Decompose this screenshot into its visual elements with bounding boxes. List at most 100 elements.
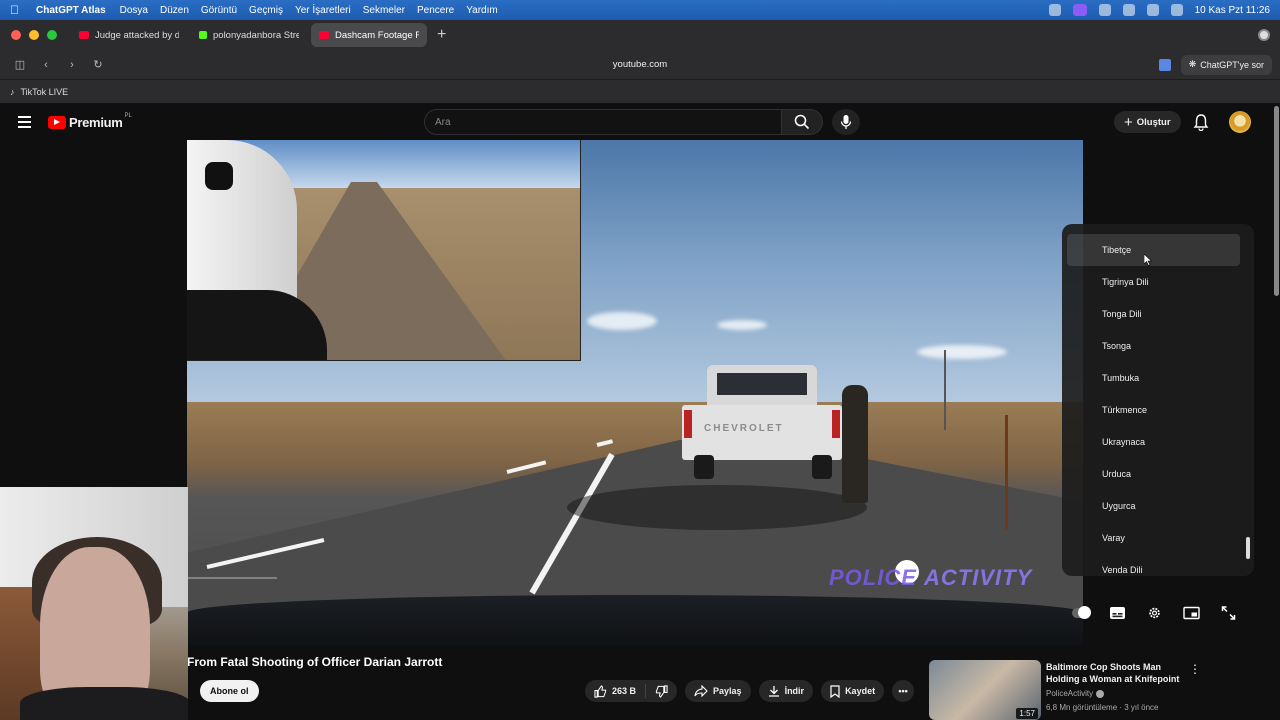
translate-icon[interactable] [1158,58,1171,71]
apple-icon[interactable]:  [10,3,24,17]
menubar-item-edit[interactable]: Düzen [160,5,189,16]
wifi-icon[interactable] [1122,4,1135,16]
search-input[interactable]: Ara [424,109,782,135]
close-window-icon[interactable] [11,30,21,40]
menubar-item-window[interactable]: Pencere [417,5,454,16]
status-play-icon[interactable] [1098,4,1111,16]
microphone-icon [840,115,852,129]
minimize-window-icon[interactable] [29,30,39,40]
macos-menubar:  ChatGPT Atlas Dosya Düzen Görüntü Geçm… [0,0,1280,20]
tab-judge-attacked[interactable]: Judge attacked by de [71,23,187,47]
recommended-video-card[interactable]: 1:57 Baltimore Cop Shoots Man Holding a … [929,660,1201,720]
language-option[interactable]: Tonga Dili [1062,298,1254,330]
recommended-video-title[interactable]: Baltimore Cop Shoots Man Holding a Woman… [1046,661,1186,685]
language-option[interactable]: Türkmence [1062,394,1254,426]
recommended-channel[interactable]: PoliceActivity [1046,689,1105,698]
language-menu-scrollbar[interactable] [1246,537,1250,559]
menubar-item-tabs[interactable]: Sekmeler [363,5,405,16]
menubar-item-help[interactable]: Yardım [466,5,498,16]
language-option[interactable]: Tigrinya Dili [1062,266,1254,298]
miniplayer-icon[interactable] [1183,606,1200,620]
search-button[interactable] [781,109,823,135]
language-option[interactable]: Venda Dili [1062,554,1254,576]
more-horizontal-icon: ••• [898,686,908,696]
more-actions-button[interactable]: ••• [892,680,915,702]
thumbs-down-icon [655,684,668,698]
menubar-app-name[interactable]: ChatGPT Atlas [36,5,106,16]
reload-icon[interactable]: ↻ [92,58,104,71]
video-cloud [587,312,657,330]
recommended-video-thumbnail[interactable]: 1:57 [929,660,1041,720]
menubar-clock[interactable]: 10 Kas Pzt 11:26 [1195,5,1270,16]
subscribe-button[interactable]: Abone ol [200,680,259,702]
tab-label: Dashcam Footage Fr [335,29,419,41]
download-icon [768,686,779,697]
create-label: Oluştur [1136,116,1171,128]
kick-favicon-icon [199,31,207,39]
back-arrow-icon[interactable]: ‹ [40,59,52,71]
browser-profile-icon[interactable] [1258,29,1270,41]
language-option[interactable]: Tibetçe [1067,234,1240,266]
bookmark-icon [830,684,840,698]
language-option[interactable]: Tsonga [1062,330,1254,362]
thumbs-up-icon [594,684,607,698]
language-option[interactable]: Varay [1062,522,1254,554]
control-center-icon[interactable] [1170,4,1183,16]
ask-chatgpt-button[interactable]: ❋ ChatGPT'ye sor [1180,54,1272,75]
autoplay-toggle[interactable] [1072,606,1091,620]
language-option[interactable]: Uygurca [1062,490,1254,522]
download-button[interactable]: İndir [758,680,814,702]
fullscreen-icon[interactable] [1220,606,1237,620]
window-controls [11,30,57,40]
menu-hamburger-icon[interactable] [18,116,31,128]
settings-gear-icon[interactable] [1146,606,1163,620]
user-avatar[interactable] [1229,111,1251,133]
like-count: 263 B [612,686,637,696]
truck-brand-text: CHEVROLET [704,423,784,434]
webcam-overlay [0,487,188,720]
menubar-item-bookmarks[interactable]: Yer İşaretleri [295,5,351,16]
search-icon [794,114,810,130]
status-screen-record-icon[interactable] [1072,4,1087,16]
video-actions: 263 B Paylaş İndir Kaydet ••• [585,680,915,702]
new-tab-plus-icon[interactable]: + [437,26,446,44]
page-scrollbar[interactable] [1272,104,1280,720]
language-option[interactable]: Tumbuka [1062,362,1254,394]
roadside-marker-post [1005,415,1008,530]
dashcam-car-hood [187,595,1083,645]
like-button[interactable]: 263 B [585,680,645,702]
share-arrow-icon [694,685,708,697]
save-button[interactable]: Kaydet [821,680,885,702]
bookmark-tiktok-live[interactable]: TikTok LIVE [21,87,69,97]
subtitles-cc-icon[interactable] [1109,606,1126,620]
picture-in-picture-side-camera [187,140,581,361]
video-player[interactable]: CHEVROLET POLICE ACTIVITY [187,140,1083,645]
forward-arrow-icon[interactable]: › [66,59,78,71]
youtube-play-logo-icon [48,115,66,129]
video-cloud [717,320,767,330]
share-button[interactable]: Paylaş [685,680,751,702]
dislike-button[interactable] [646,680,677,702]
language-option[interactable]: Ukraynaca [1062,426,1254,458]
menubar-item-history[interactable]: Geçmiş [249,5,283,16]
spotlight-search-icon[interactable] [1146,4,1159,16]
menubar-item-view[interactable]: Görüntü [201,5,237,16]
notifications-bell-icon[interactable] [1193,113,1209,131]
video-duration-badge: 1:57 [1016,708,1038,719]
tab-dashcam-footage[interactable]: Dashcam Footage Fr [311,23,427,47]
menubar-item-file[interactable]: Dosya [120,5,148,16]
create-button[interactable]: + Oluştur [1114,111,1181,133]
maximize-window-icon[interactable] [47,30,57,40]
mouse-cursor-icon [1144,254,1152,266]
tab-polonyadanbora[interactable]: polonyadanbora Stre [191,23,307,47]
sidebar-toggle-icon[interactable]: ◫ [14,58,26,71]
voice-search-button[interactable] [832,109,860,135]
url-field[interactable]: youtube.com [0,59,1280,70]
language-option[interactable]: Urduca [1062,458,1254,490]
video-progress-bar[interactable] [187,577,277,579]
share-label: Paylaş [713,686,742,696]
more-vertical-icon[interactable]: ⋮ [1189,662,1201,676]
youtube-premium-logo[interactable]: Premium PL [48,113,132,130]
address-bar: ◫ ‹ › ↻ youtube.com ❋ ChatGPT'ye sor [0,50,1280,80]
status-app-icon[interactable] [1048,4,1061,16]
